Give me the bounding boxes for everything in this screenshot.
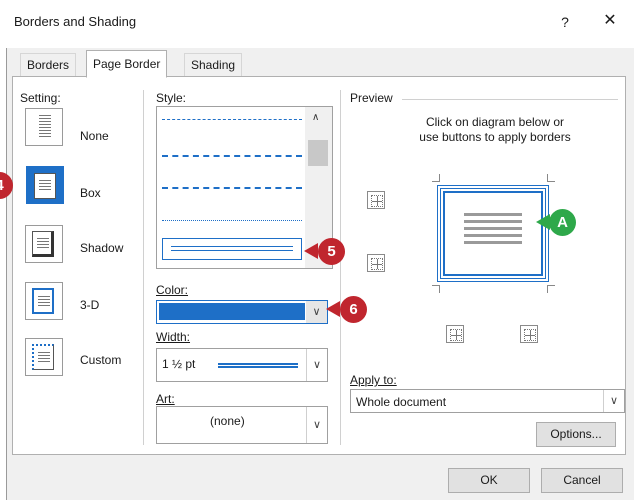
column-divider-left: [143, 90, 144, 445]
color-label: Color:: [156, 283, 189, 297]
callout-6-pointer: [326, 301, 340, 317]
shadow-page-icon: [32, 231, 54, 257]
setting-label: Setting:: [20, 91, 61, 105]
apply-to-label: Apply to:: [350, 373, 397, 387]
width-chevron-down-icon[interactable]: ∨: [306, 349, 327, 381]
callout-6: 6: [340, 296, 367, 323]
right-border-button[interactable]: [520, 325, 538, 343]
width-value: 1 ½ pt: [162, 357, 196, 371]
setting-shadow-label: Shadow: [80, 241, 124, 255]
corner-mark-tr: [547, 174, 555, 182]
color-chevron-down-icon[interactable]: ∨: [306, 301, 327, 323]
help-button[interactable]: ?: [554, 10, 576, 34]
setting-custom-label: Custom: [80, 353, 122, 367]
callout-5: 5: [318, 238, 345, 265]
preview-text-lines: [464, 213, 522, 247]
art-label: Art:: [156, 392, 175, 406]
style-option-dashed-small[interactable]: [162, 119, 302, 135]
color-swatch: [159, 303, 305, 320]
cancel-button[interactable]: Cancel: [541, 468, 623, 493]
tab-shading-label: Shading: [191, 58, 236, 72]
style-option-dash-dot-dot[interactable]: [162, 220, 302, 236]
preview-label: Preview: [350, 91, 393, 105]
setting-box-label: Box: [80, 186, 101, 200]
style-option-double-selected[interactable]: [162, 238, 302, 260]
custom-page-icon: [32, 344, 54, 370]
setting-none-button[interactable]: [25, 108, 63, 146]
width-label: Width:: [156, 330, 191, 344]
box-page-lines: [39, 180, 51, 192]
preview-instruction-1: Click on diagram below or: [425, 115, 565, 129]
width-line-sample: [218, 363, 298, 368]
corner-mark-bl: [432, 285, 440, 293]
style-scroll-thumb[interactable]: [308, 140, 328, 166]
tab-shading[interactable]: Shading: [184, 53, 243, 76]
column-divider-right: [340, 90, 341, 445]
setting-custom-button[interactable]: [25, 338, 63, 376]
ok-button[interactable]: OK: [448, 468, 530, 493]
shadow-page-lines: [37, 238, 49, 250]
callout-a-pointer: [536, 214, 550, 230]
setting-shadow-button[interactable]: [25, 225, 63, 263]
scroll-up-icon[interactable]: ∧: [312, 112, 319, 123]
corner-mark-br: [547, 285, 555, 293]
left-border-button[interactable]: [446, 325, 464, 343]
setting-3d-label: 3-D: [80, 298, 100, 312]
apply-to-value: Whole document: [356, 395, 447, 409]
corner-mark-tl: [432, 174, 440, 182]
options-button[interactable]: Options...: [536, 422, 616, 447]
style-option-dashed-large[interactable]: [162, 155, 302, 171]
tab-borders[interactable]: Borders: [20, 53, 77, 76]
close-button[interactable]: ✕: [598, 9, 622, 33]
preview-instruction-2: use buttons to apply borders: [419, 130, 571, 144]
none-page-icon: [39, 115, 51, 139]
double-line-sample: [171, 246, 293, 251]
setting-none-label: None: [80, 129, 109, 143]
custom-page-lines: [38, 352, 50, 364]
top-border-button[interactable]: [367, 191, 385, 209]
preview-rule: [402, 99, 618, 100]
3d-page-icon: [32, 288, 54, 314]
box-page-icon: [34, 173, 56, 199]
tab-borders-label: Borders: [27, 58, 70, 72]
dialog-title: Borders and Shading: [14, 14, 137, 29]
callout-5-pointer: [304, 243, 318, 259]
style-label: Style:: [156, 91, 187, 105]
setting-3d-button[interactable]: [25, 282, 63, 320]
bottom-border-button[interactable]: [367, 254, 385, 272]
style-option-dash-dot[interactable]: [162, 187, 302, 203]
tab-page-border-label: Page Border: [93, 57, 161, 71]
art-chevron-down-icon[interactable]: ∨: [306, 407, 327, 443]
tab-page-border[interactable]: Page Border: [86, 50, 168, 78]
3d-page-lines: [38, 296, 50, 308]
apply-to-chevron-down-icon[interactable]: ∨: [603, 390, 624, 412]
callout-a: A: [549, 209, 576, 236]
setting-box-button[interactable]: [26, 166, 64, 204]
art-value: (none): [210, 414, 245, 428]
